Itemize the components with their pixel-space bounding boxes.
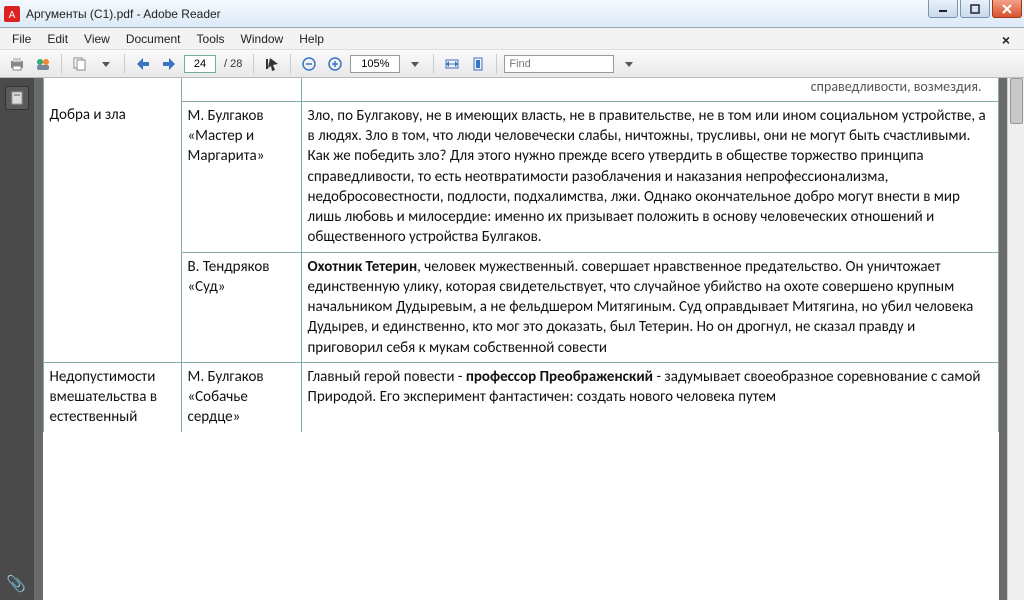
thumbnails-tab[interactable] (5, 86, 29, 110)
attachment-icon[interactable]: 📎 (6, 574, 26, 594)
source-cell: М. Булгаков «Собачье сердце» (181, 362, 301, 431)
separator (496, 54, 497, 74)
pdf-page: справедливости, возмездия. Добра и зла М… (43, 78, 999, 600)
workspace: 📎 справедливости, возмездия. Добра и зла… (0, 78, 1024, 600)
table-row: Добра и зла М. Булгаков «Мастер и Маргар… (43, 101, 998, 252)
zoom-out-button[interactable] (298, 53, 320, 75)
document-area[interactable]: справедливости, возмездия. Добра и зла М… (34, 78, 1007, 600)
content-table: справедливости, возмездия. Добра и зла М… (43, 78, 999, 432)
zoom-dropdown-icon[interactable] (404, 53, 426, 75)
window-controls (928, 0, 1022, 18)
fit-width-button[interactable] (441, 53, 463, 75)
select-tool-button[interactable] (261, 53, 283, 75)
collab-button[interactable] (32, 53, 54, 75)
print-button[interactable] (6, 53, 28, 75)
title-bar: A Аргументы (C1).pdf - Adobe Reader (0, 0, 1024, 28)
table-row: справедливости, возмездия. (43, 78, 998, 101)
menu-file[interactable]: File (4, 30, 39, 48)
table-row: Недопустимости вмешательства в естествен… (43, 362, 998, 431)
menu-view[interactable]: View (76, 30, 118, 48)
menu-window[interactable]: Window (233, 30, 292, 48)
close-button[interactable] (992, 0, 1022, 18)
vertical-scrollbar[interactable] (1007, 78, 1024, 600)
svg-text:A: A (9, 10, 16, 21)
page-total-label: / 28 (220, 58, 246, 70)
page-number-input[interactable] (184, 55, 216, 73)
close-doc-button[interactable]: × (994, 30, 1018, 50)
zoom-in-button[interactable] (324, 53, 346, 75)
table-row: В. Тендряков «Суд» Охотник Тетерин, чело… (43, 252, 998, 362)
scrollbar-thumb[interactable] (1010, 78, 1023, 124)
menu-edit[interactable]: Edit (39, 30, 76, 48)
toolbar: / 28 (0, 50, 1024, 78)
separator (290, 54, 291, 74)
menu-help[interactable]: Help (291, 30, 332, 48)
menu-tools[interactable]: Tools (189, 30, 233, 48)
theme-cell: Недопустимости вмешательства в естествен… (43, 362, 181, 431)
truncated-text: справедливости, возмездия. (308, 78, 992, 97)
window-title: Аргументы (C1).pdf - Adobe Reader (26, 7, 1020, 21)
maximize-button[interactable] (960, 0, 990, 18)
text-cell: Охотник Тетерин, человек мужественный. с… (301, 252, 998, 362)
source-cell: В. Тендряков «Суд» (181, 252, 301, 362)
theme-cell: Добра и зла (43, 101, 181, 362)
prev-page-button[interactable] (132, 53, 154, 75)
text-cell: Зло, по Булгакову, не в имеющих власть, … (301, 101, 998, 252)
pages-button[interactable] (69, 53, 91, 75)
minimize-button[interactable] (928, 0, 958, 18)
separator (433, 54, 434, 74)
app-icon: A (4, 6, 20, 22)
zoom-input[interactable] (350, 55, 400, 73)
find-dropdown-icon[interactable] (618, 53, 640, 75)
find-input[interactable] (504, 55, 614, 73)
dropdown-icon[interactable] (95, 53, 117, 75)
separator (61, 54, 62, 74)
source-cell: М. Булгаков «Мастер и Маргарита» (181, 101, 301, 252)
separator (253, 54, 254, 74)
fit-page-button[interactable] (467, 53, 489, 75)
text-cell: Главный герой повести - профессор Преобр… (301, 362, 998, 431)
next-page-button[interactable] (158, 53, 180, 75)
menu-document[interactable]: Document (118, 30, 189, 48)
navigation-pane: 📎 (0, 78, 34, 600)
separator (124, 54, 125, 74)
menu-bar: File Edit View Document Tools Window Hel… (0, 28, 1024, 50)
